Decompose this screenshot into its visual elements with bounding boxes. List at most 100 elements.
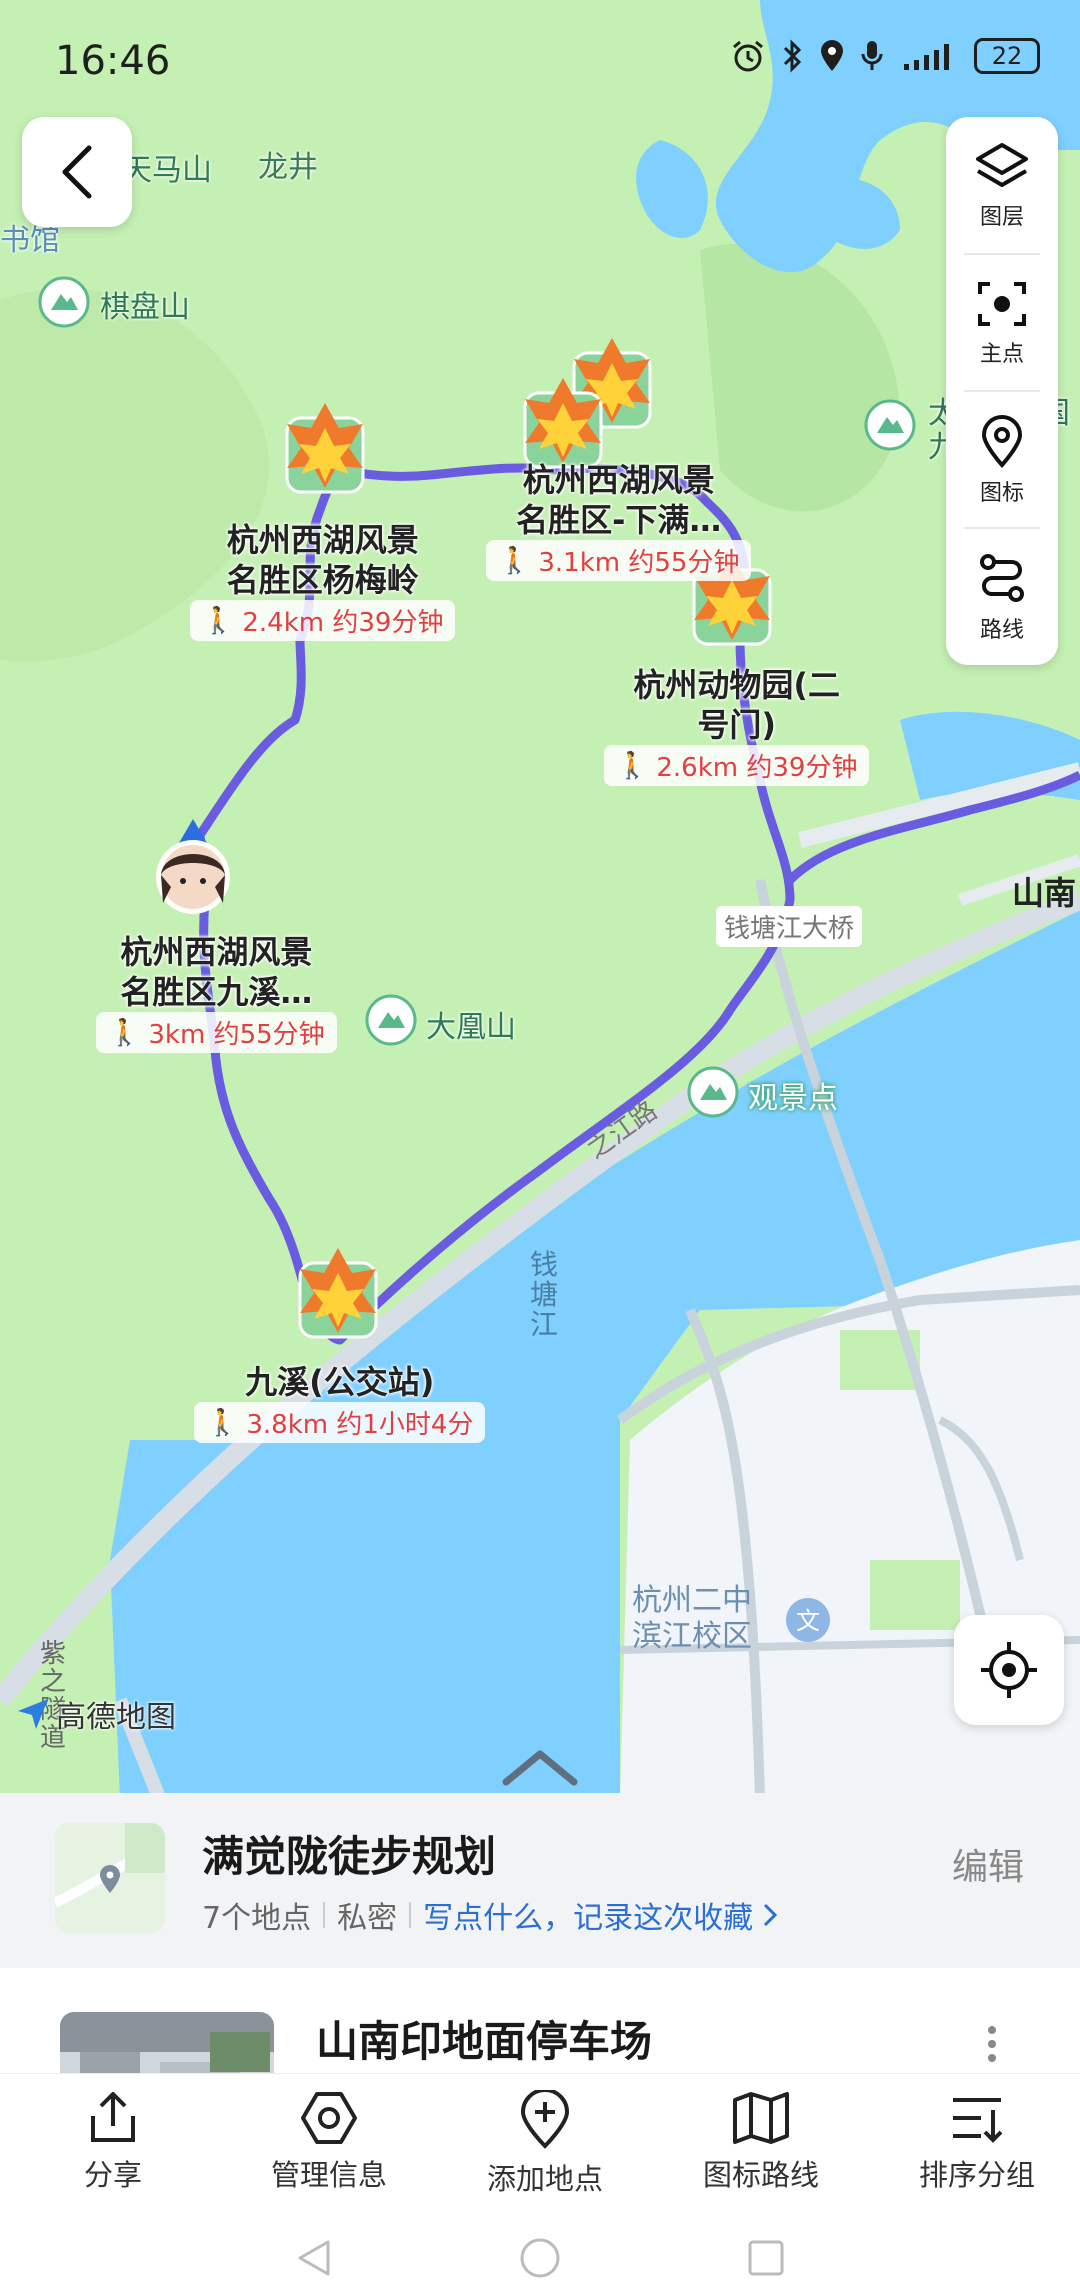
walk-icon: 🚶 [206, 1407, 239, 1438]
walk-distance-text: 2.6km 约39分钟 [656, 753, 858, 783]
walk-distance-text: 3km 约55分钟 [148, 1020, 325, 1050]
manage-icon [301, 2092, 357, 2144]
walk-distance: 🚶 2.6km 约39分钟 [604, 745, 870, 786]
status-icons: 22 [730, 38, 1040, 74]
status-bar: 16:46 22 [0, 0, 1080, 120]
sort-group-button[interactable]: 排序分组 [887, 2090, 1067, 2194]
walk-distance: 🚶 3.8km 约1小时4分 [194, 1402, 486, 1443]
place-label: 龙井 [258, 150, 318, 185]
list-item-title: 山南印地面停车场 [316, 2017, 653, 2066]
privacy-status: 私密 [337, 1901, 398, 1936]
parking-photo [60, 2012, 274, 2076]
walk-icon: 🚶 [498, 545, 531, 576]
walk-icon: 🚶 [616, 750, 649, 781]
plan-info-panel: 满觉陇徒步规划 7个地点 私密 写点什么，记录这次收藏 编辑 [0, 1793, 1080, 1968]
poi-label[interactable]: 杭州西湖风景 名胜区-下满… 🚶 3.1km 约55分钟 [486, 460, 752, 581]
map-route-icon [733, 2092, 789, 2144]
toolbar-label: 图层 [979, 204, 1024, 230]
microphone-icon [861, 41, 883, 70]
park-area [870, 1560, 960, 1630]
amap-logo-text: 高德地图 [56, 1700, 176, 1735]
bridge-label: 钱塘江大桥 [716, 906, 863, 947]
place-label: 天马山 [122, 153, 212, 188]
list-item[interactable]: 山南印地面停车场 [0, 1968, 1080, 2076]
plan-thumbnail[interactable] [55, 1823, 165, 1933]
mountain-icon [687, 1066, 739, 1118]
river-label: 钱塘江 [530, 1248, 559, 1341]
toolbar-layers-button[interactable]: 图层 [946, 117, 1058, 254]
plan-meta: 7个地点 私密 写点什么，记录这次收藏 [202, 1893, 779, 1937]
place-label: 大凰山 [426, 1010, 516, 1045]
poi-name: 名胜区-下满… [516, 501, 722, 539]
location-icon [821, 40, 843, 71]
add-location-icon [520, 2090, 570, 2149]
system-recents-icon[interactable] [744, 2236, 788, 2280]
add-note-link-text: 写点什么，记录这次收藏 [423, 1901, 754, 1936]
map-canvas[interactable]: 文 [0, 0, 1080, 1803]
poi-name: 杭州西湖风景 [522, 461, 715, 499]
more-options-icon[interactable] [984, 2024, 1000, 2064]
meta-divider [323, 1902, 326, 1928]
route-icon [980, 553, 1024, 602]
icon-route-button[interactable]: 图标路线 [671, 2090, 851, 2194]
add-note-link[interactable]: 写点什么，记录这次收藏 [423, 1893, 779, 1937]
place-label: 观景点 [748, 1081, 838, 1116]
nav-label: 分享 [83, 2158, 142, 2192]
battery-level: 22 [991, 42, 1023, 70]
toolbar-label: 路线 [979, 617, 1024, 643]
poi-label[interactable]: 杭州动物园(二 号门) 🚶 2.6km 约39分钟 [604, 665, 870, 786]
svg-text:文: 文 [796, 1607, 820, 1635]
toolbar-label: 图标 [979, 480, 1024, 506]
map-thumbnail-image [55, 1823, 165, 1933]
locate-me-button[interactable] [954, 1615, 1064, 1725]
manage-info-button[interactable]: 管理信息 [239, 2090, 419, 2194]
back-button[interactable] [22, 117, 132, 227]
status-time: 16:46 [55, 38, 171, 84]
sort-icon [953, 2098, 1003, 2143]
main-point-icon [978, 281, 1026, 326]
amap-logo: 高德地图 [16, 1692, 176, 1736]
school-label-line: 滨江校区 [632, 1619, 752, 1654]
poi-name: 杭州西湖风景 [226, 521, 419, 559]
system-back-icon[interactable] [292, 2236, 336, 2280]
poi-label[interactable]: 杭州西湖风景 名胜区九溪… 🚶 3km 约55分钟 [96, 932, 337, 1053]
bluetooth-icon [783, 39, 802, 73]
map-toolbar: 图层 主点 图标 路线 [946, 117, 1058, 665]
alarm-icon [733, 40, 763, 72]
nav-label: 排序分组 [918, 2158, 1035, 2192]
poi-label[interactable]: 杭州西湖风景 名胜区杨梅岭 🚶 2.4km 约39分钟 [190, 520, 456, 641]
bottom-action-bar: 分享 管理信息 添加地点 图标路线 排序分组 [0, 2073, 1080, 2218]
mountain-icon [38, 276, 90, 328]
place-label: 棋盘山 [100, 290, 190, 325]
walk-distance-text: 2.4km 约39分钟 [242, 608, 444, 638]
map-view[interactable]: 文 天马山 龙井 书馆 棋盘山 大凰山 观景点 山南 太 九 国 杭州二中 滨江… [0, 0, 1080, 1803]
sheet-drag-handle[interactable] [0, 1740, 1080, 1800]
poi-name: 号门) [697, 706, 777, 744]
app-root: 文 天马山 龙井 书馆 棋盘山 大凰山 观景点 山南 太 九 国 杭州二中 滨江… [0, 0, 1080, 2291]
mountain-icon [365, 994, 417, 1046]
add-location-button[interactable]: 添加地点 [455, 2090, 635, 2198]
chevron-right-icon [764, 1903, 778, 1927]
school-icon: 文 [786, 1598, 830, 1642]
chevron-left-icon [62, 145, 92, 199]
poi-name: 杭州动物园(二 [633, 666, 841, 704]
toolbar-main-point-button[interactable]: 主点 [946, 254, 1058, 391]
poi-name: 名胜区九溪… [120, 973, 313, 1011]
battery-icon: 22 [974, 38, 1040, 74]
poi-label[interactable]: 九溪(公交站) 🚶 3.8km 约1小时4分 [194, 1362, 486, 1443]
mountain-icon [864, 399, 916, 451]
list-item-thumbnail [60, 2012, 274, 2076]
toolbar-icon-button[interactable]: 图标 [946, 391, 1058, 528]
share-button[interactable]: 分享 [23, 2090, 203, 2194]
navigation-arrow-icon [18, 1699, 48, 1729]
system-home-icon[interactable] [518, 2236, 562, 2280]
poi-name: 九溪(公交站) [245, 1363, 435, 1401]
nav-label: 图标路线 [702, 2158, 819, 2192]
walk-distance: 🚶 2.4km 约39分钟 [190, 600, 456, 641]
system-navigation-bar [0, 2218, 1080, 2291]
location-count: 7个地点 [202, 1901, 312, 1936]
location-pin-icon [981, 414, 1023, 468]
edit-button[interactable]: 编辑 [952, 1838, 1024, 1890]
nav-label: 添加地点 [486, 2162, 603, 2196]
toolbar-route-button[interactable]: 路线 [946, 528, 1058, 665]
